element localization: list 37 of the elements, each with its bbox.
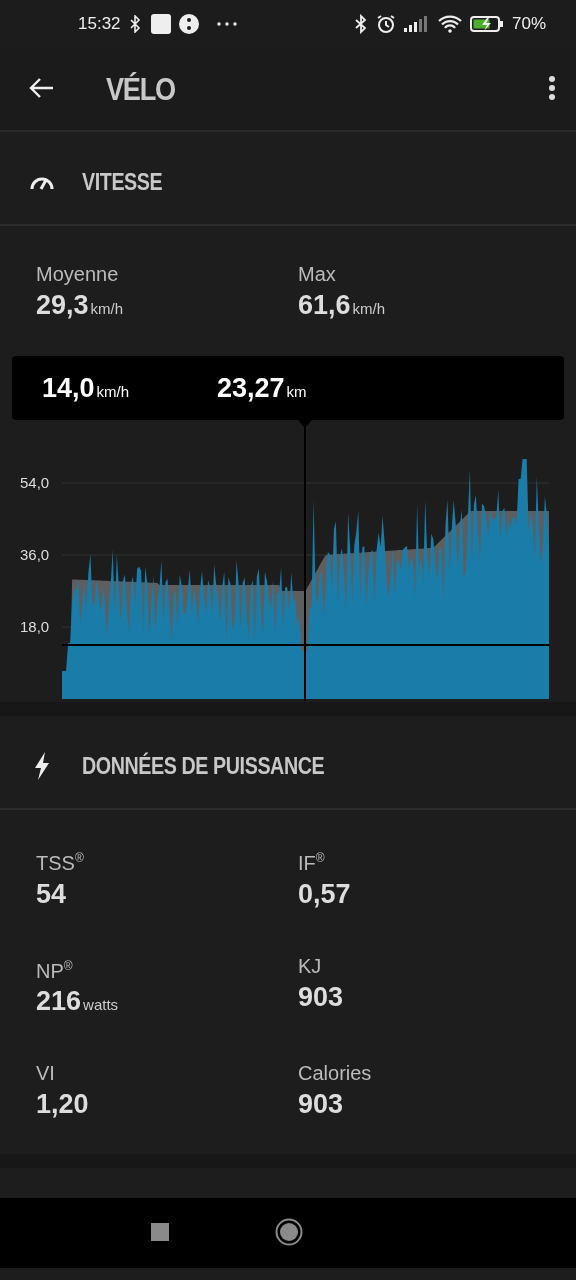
dots-circle-icon (178, 14, 199, 34)
stat-value: 54 (36, 878, 68, 910)
clock: 15:32 (78, 14, 121, 34)
axis-label: 36,0 (20, 546, 50, 563)
stat-label: Moyenne (36, 262, 120, 286)
bluetooth-icon (128, 15, 143, 33)
section-title: VITESSE (82, 168, 163, 196)
axis-label: 54,0 (20, 474, 50, 491)
square-icon (150, 14, 171, 34)
tooltip-value: 23,27km (217, 372, 308, 404)
stat-value: 29,3km/h (36, 290, 125, 321)
signal-icon (403, 16, 430, 32)
section-title: DONNÉES DE PUISSANCE (82, 752, 325, 780)
stat-value: 1,20 (36, 1089, 90, 1121)
axis-label: 18,0 (20, 618, 50, 635)
stat-label: KJ (298, 953, 323, 978)
stat-label: NP$^{®}$ (36, 957, 74, 983)
bluetooth-icon (353, 14, 368, 34)
wifi-icon (437, 15, 462, 33)
page-title: VÉLO (106, 70, 176, 108)
stat-value: 61,6km/h (298, 290, 387, 321)
stat-value: 0,57 (298, 878, 352, 910)
stat-label: Calories (298, 1061, 373, 1086)
tooltip-value: 14,0km/h (42, 372, 131, 404)
stat-value: 903 (298, 1089, 345, 1121)
battery-icon (469, 15, 504, 33)
more-icon (216, 22, 237, 26)
stat-value: 216watts (36, 986, 120, 1018)
lightning-icon (34, 752, 50, 780)
alarm-icon (375, 14, 396, 34)
recent-apps-button[interactable] (151, 1222, 169, 1244)
stat-label: TSS$^{®}$ (36, 850, 85, 875)
battery-level: 70% (511, 14, 546, 34)
stat-label: VI (36, 1061, 56, 1086)
stat-value: 903 (298, 981, 345, 1013)
stat-label: IF$^{®}$ (298, 850, 326, 875)
stat-label: Max (298, 262, 337, 286)
